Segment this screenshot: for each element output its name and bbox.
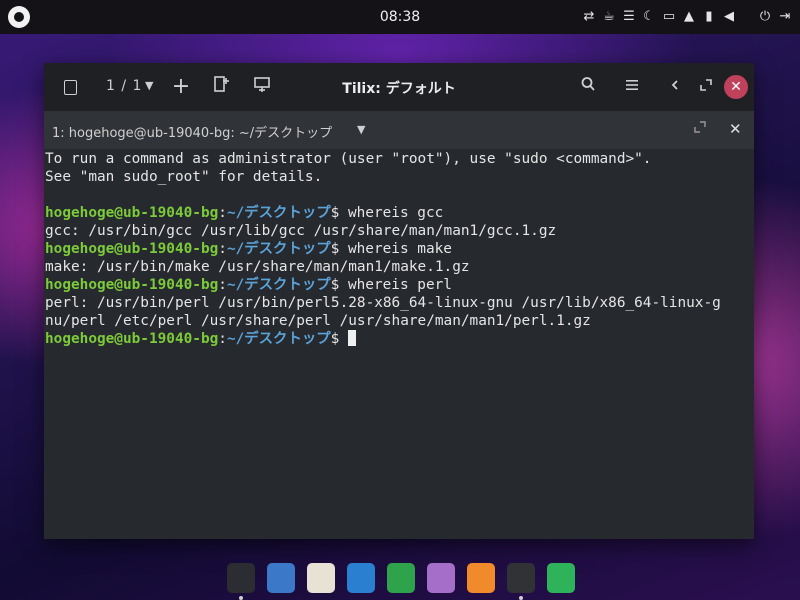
prompt-path: ~/デスクトップ bbox=[226, 331, 331, 347]
terminal-cursor bbox=[347, 330, 356, 346]
prompt-colon: : bbox=[218, 277, 227, 293]
minimize-button[interactable] bbox=[664, 75, 688, 99]
firefox-icon[interactable] bbox=[467, 563, 495, 593]
prompt-path: ~/デスクトップ bbox=[226, 277, 331, 293]
calc-icon[interactable] bbox=[387, 563, 415, 593]
coffee-icon[interactable]: ☕ bbox=[602, 8, 616, 26]
files-icon[interactable]: ▭ bbox=[662, 8, 676, 26]
output-line: perl: /usr/bin/perl /usr/bin/perl5.28-x8… bbox=[45, 295, 721, 311]
close-window-button[interactable]: ✕ bbox=[724, 75, 748, 99]
writer-icon[interactable] bbox=[347, 563, 375, 593]
prompt-colon: : bbox=[218, 241, 227, 257]
prompt-line: hogehoge@ub-19040-bg:~/デスクトップ$ whereis p… bbox=[45, 276, 754, 294]
tilix-window: 1 / 1 ▼ + Tilix: デフォルト ✕ 1: hogehoge@ub-… bbox=[44, 63, 754, 539]
running-indicator bbox=[519, 596, 523, 600]
prompt-user-host: hogehoge@ub-19040-bg bbox=[45, 241, 219, 257]
terminal-title[interactable]: 1: hogehoge@ub-19040-bg: ~/デスクトップ bbox=[52, 122, 332, 141]
running-indicator bbox=[239, 596, 243, 600]
prompt-line: hogehoge@ub-19040-bg:~/デスクトップ$ bbox=[45, 330, 754, 348]
night-light-icon[interactable]: ☾ bbox=[642, 8, 656, 26]
search-icon bbox=[581, 77, 595, 91]
prompt-line: hogehoge@ub-19040-bg:~/デスクトップ$ whereis m… bbox=[45, 240, 754, 258]
network-icon[interactable]: ⇄ bbox=[582, 8, 596, 26]
folder-icon[interactable] bbox=[427, 563, 455, 593]
window-title: Tilix: デフォルト bbox=[342, 81, 456, 97]
terminal-icon[interactable] bbox=[507, 563, 535, 593]
update-icon[interactable] bbox=[547, 563, 575, 593]
prompt-user-host: hogehoge@ub-19040-bg bbox=[45, 331, 219, 347]
hamburger-menu-button[interactable] bbox=[620, 75, 644, 99]
prompt-command: $ whereis gcc bbox=[330, 205, 444, 221]
app-grid-icon[interactable] bbox=[267, 563, 295, 593]
search-button[interactable] bbox=[576, 75, 600, 99]
maximize-icon bbox=[700, 79, 712, 91]
battery-icon[interactable]: ▮ bbox=[702, 8, 716, 26]
tray-separator bbox=[742, 8, 752, 26]
close-terminal-button[interactable]: ✕ bbox=[729, 120, 742, 138]
prompt-user-host: hogehoge@ub-19040-bg bbox=[45, 277, 219, 293]
maximize-terminal-button[interactable] bbox=[694, 121, 706, 137]
prompt-path: ~/デスクトップ bbox=[226, 241, 331, 257]
output-line: nu/perl /etc/perl /usr/share/perl /usr/s… bbox=[45, 313, 591, 329]
dock bbox=[225, 562, 575, 600]
output-line: gcc: /usr/bin/gcc /usr/lib/gcc /usr/shar… bbox=[45, 223, 557, 239]
menu-lines-icon[interactable]: ☰ bbox=[622, 8, 636, 26]
minimize-icon bbox=[671, 80, 678, 90]
top-panel: 08:38 ⇄ ☕ ☰ ☾ ▭ ▲ ▮ ◀ ⏻ ⇥ bbox=[0, 0, 800, 34]
maximize-button[interactable] bbox=[694, 75, 718, 99]
output-line: See "man sudo_root" for details. bbox=[45, 169, 323, 185]
prompt-command: $ whereis make bbox=[330, 241, 452, 257]
prompt-command: $ bbox=[330, 331, 348, 347]
prompt-colon: : bbox=[218, 205, 227, 221]
expand-icon bbox=[694, 121, 706, 133]
prompt-line: hogehoge@ub-19040-bg:~/デスクトップ$ whereis g… bbox=[45, 204, 754, 222]
music-icon[interactable] bbox=[307, 563, 335, 593]
prompt-colon: : bbox=[218, 331, 227, 347]
prompt-command: $ whereis perl bbox=[330, 277, 452, 293]
logout-icon[interactable]: ⇥ bbox=[778, 8, 792, 26]
terminal-tab-header: 1: hogehoge@ub-19040-bg: ~/デスクトップ ▼ ✕ bbox=[44, 111, 754, 149]
prompt-user-host: hogehoge@ub-19040-bg bbox=[45, 205, 219, 221]
system-tray: ⇄ ☕ ☰ ☾ ▭ ▲ ▮ ◀ ⏻ ⇥ bbox=[582, 7, 792, 27]
output-line: make: /usr/bin/make /usr/share/man/man1/… bbox=[45, 259, 470, 275]
chevron-down-icon[interactable]: ▼ bbox=[357, 123, 365, 136]
hamburger-icon bbox=[626, 80, 638, 90]
volume-icon[interactable]: ◀ bbox=[722, 8, 736, 26]
terminal-output[interactable]: To run a command as administrator (user … bbox=[44, 149, 754, 539]
notifications-icon[interactable]: ▲ bbox=[682, 8, 696, 26]
title-bar[interactable]: 1 / 1 ▼ + Tilix: デフォルト ✕ bbox=[44, 63, 754, 111]
prompt-path: ~/デスクトップ bbox=[226, 205, 331, 221]
output-line: To run a command as administrator (user … bbox=[45, 151, 652, 167]
ubuntu-budgie-icon[interactable] bbox=[227, 563, 255, 593]
power-icon[interactable]: ⏻ bbox=[758, 8, 772, 26]
